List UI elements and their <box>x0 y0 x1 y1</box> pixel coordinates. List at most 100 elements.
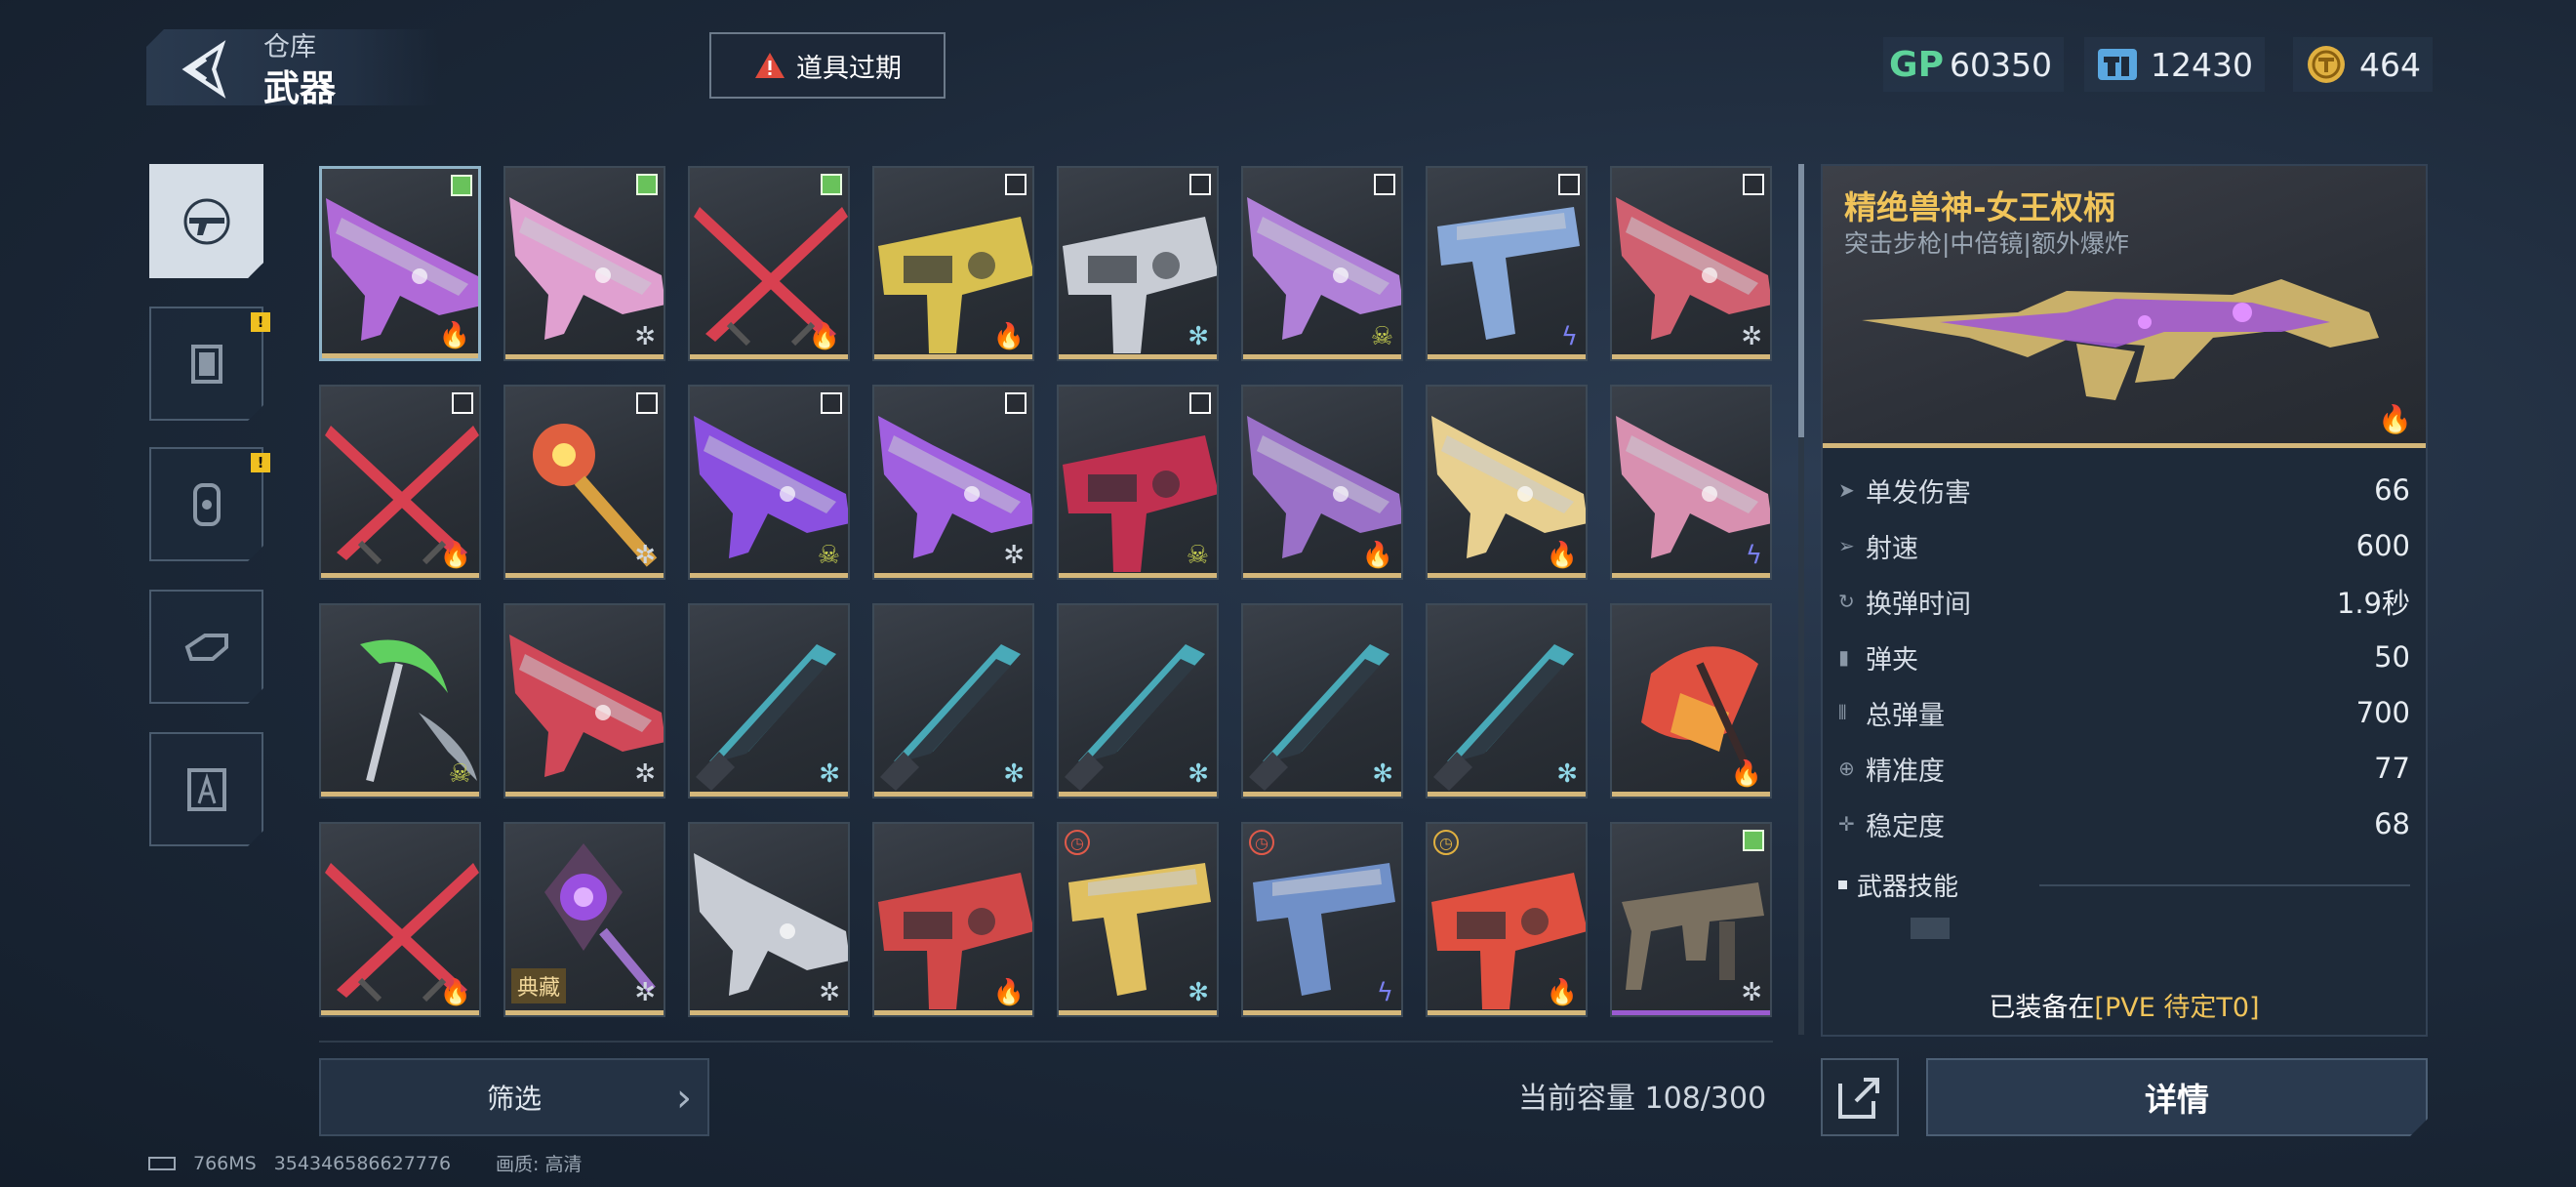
weapon-slot[interactable]: ✻ <box>1057 166 1219 361</box>
capacity-text: 当前容量 108/300 <box>1518 1082 1767 1116</box>
select-checkbox[interactable] <box>1189 174 1211 195</box>
grid-divider <box>319 1041 1773 1043</box>
grenade-category-icon <box>178 475 236 534</box>
weapon-slot[interactable]: 🔥 ◷ <box>1426 822 1588 1017</box>
category-grenade-category[interactable] <box>149 447 263 561</box>
rarity-bar <box>690 573 848 578</box>
weapon-slot[interactable]: ✻ <box>1241 603 1403 798</box>
select-checkbox[interactable] <box>1743 830 1764 851</box>
select-checkbox[interactable] <box>452 392 473 414</box>
fire-rarity-icon: 🔥 <box>992 978 1025 1007</box>
fire-rarity-icon: 🔥 <box>438 321 470 350</box>
weapon-slot[interactable]: ✲ <box>503 603 665 798</box>
alert-badge: ! <box>251 453 270 472</box>
category-hand-category[interactable] <box>149 590 263 704</box>
select-checkbox[interactable] <box>1374 174 1395 195</box>
weapon-slot[interactable]: 🔥 <box>319 822 481 1017</box>
weapon-slot[interactable]: ✲ <box>688 822 850 1017</box>
weapon-slot[interactable]: ✻ <box>1426 603 1588 798</box>
weapon-slot[interactable]: ✻ ◷ <box>1057 822 1219 1017</box>
select-checkbox[interactable] <box>636 174 658 195</box>
stat-label: 换弹时间 <box>1866 589 1971 620</box>
filter-button[interactable]: 筛选 › <box>319 1058 709 1136</box>
fire-rarity-icon: 🔥 <box>2378 403 2412 435</box>
currency-value: 464 <box>2359 45 2421 84</box>
collection-tag: 典藏 <box>511 968 567 1003</box>
weapon-slot[interactable]: ☠ <box>1241 166 1403 361</box>
quality-setting: 画质: 高清 <box>496 1154 583 1175</box>
gold-coin-icon <box>2305 43 2348 86</box>
weapon-slot[interactable]: 🔥 <box>1426 385 1588 580</box>
details-button[interactable]: 详情 <box>1926 1058 2428 1136</box>
rarity-bar <box>1243 573 1401 578</box>
select-checkbox[interactable] <box>1189 392 1211 414</box>
skill-slot[interactable] <box>1911 918 1950 939</box>
weapon-slot[interactable]: ✻ <box>872 603 1034 798</box>
hand-category-icon <box>178 618 236 676</box>
skull-rarity-icon: ☠ <box>448 759 471 789</box>
rarity-bar <box>1243 354 1401 359</box>
weapon-slot[interactable]: ϟ <box>1426 166 1588 361</box>
weapon-slot[interactable]: 🔥 <box>872 166 1034 361</box>
rarity-bar <box>874 792 1032 797</box>
weapon-slot[interactable]: ☠ <box>319 603 481 798</box>
select-checkbox[interactable] <box>636 392 658 414</box>
share-icon <box>1838 1078 1879 1119</box>
weapon-slot[interactable]: ✲ <box>872 385 1034 580</box>
weapon-slot[interactable]: ✲ <box>503 385 665 580</box>
weapon-slot[interactable]: ϟ <box>1610 385 1772 580</box>
weapon-slot[interactable]: ϟ ◷ <box>1241 822 1403 1017</box>
select-checkbox[interactable] <box>1558 174 1580 195</box>
stat-value: 50 <box>2374 640 2410 674</box>
star-rarity-icon: ✲ <box>1741 978 1762 1007</box>
select-checkbox[interactable] <box>1743 174 1764 195</box>
category-frame-category[interactable] <box>149 307 263 421</box>
snowflake-rarity-icon: ✻ <box>1187 322 1209 351</box>
weapon-slot[interactable]: 🔥 <box>319 166 481 361</box>
rarity-bar <box>1059 792 1217 797</box>
weapon-slot[interactable]: ✲ <box>1610 166 1772 361</box>
weapon-slot[interactable]: 🔥 <box>1610 603 1772 798</box>
expired-items-button[interactable]: 道具过期 <box>709 32 946 99</box>
weapon-slot[interactable]: ✻ <box>1057 603 1219 798</box>
rarity-bar <box>1243 1010 1401 1015</box>
bolt-rarity-icon: ϟ <box>1745 541 1762 570</box>
select-checkbox[interactable] <box>1005 174 1026 195</box>
weapon-slot[interactable]: ✲ <box>503 166 665 361</box>
stat-label: 精准度 <box>1866 756 1945 787</box>
weapon-skill-header: 武器技能 <box>1838 867 1958 903</box>
back-arrow-icon[interactable] <box>178 39 238 100</box>
snowflake-rarity-icon: ✻ <box>1187 978 1209 1007</box>
network-icon <box>148 1156 176 1170</box>
select-checkbox[interactable] <box>821 174 842 195</box>
weapon-slot[interactable]: ✲ <box>1610 822 1772 1017</box>
equipped-target: [PVE 待定T0] <box>2094 993 2260 1023</box>
weapon-slot[interactable]: 🔥 <box>872 822 1034 1017</box>
stat-row: ⊕ 精准度 77 <box>1838 743 2410 794</box>
select-checkbox[interactable] <box>451 175 472 196</box>
weapon-slot[interactable]: ✻ <box>688 603 850 798</box>
share-button[interactable] <box>1821 1058 1899 1136</box>
grid-scrollbar-thumb[interactable] <box>1798 164 1804 437</box>
weapon-slot[interactable]: ☠ <box>1057 385 1219 580</box>
weapon-slot[interactable]: 🔥 <box>688 166 850 361</box>
ammo-icon: ⫴ <box>1838 701 1847 724</box>
select-checkbox[interactable] <box>1005 392 1026 414</box>
weapon-skill-label: 武器技能 <box>1857 873 1959 902</box>
weapon-slot[interactable]: ☠ <box>688 385 850 580</box>
weapon-slot[interactable]: ✲ 典藏 <box>503 822 665 1017</box>
magazine-icon: ▮ <box>1838 645 1850 669</box>
rarity-bar <box>1059 354 1217 359</box>
weapon-slot[interactable]: 🔥 <box>1241 385 1403 580</box>
bolt-rarity-icon: ϟ <box>1560 322 1578 351</box>
category-blueprint-category[interactable] <box>149 732 263 846</box>
stat-value: 700 <box>2355 696 2410 729</box>
user-id: 354346586627776 <box>273 1152 452 1174</box>
weapon-slot[interactable]: 🔥 <box>319 385 481 580</box>
category-gun-category[interactable] <box>149 164 263 278</box>
star-rarity-icon: ✲ <box>634 978 656 1007</box>
select-checkbox[interactable] <box>821 392 842 414</box>
star-rarity-icon: ✲ <box>1003 541 1025 570</box>
gp-icon: GP <box>1889 44 1944 85</box>
rarity-bar <box>874 1010 1032 1015</box>
